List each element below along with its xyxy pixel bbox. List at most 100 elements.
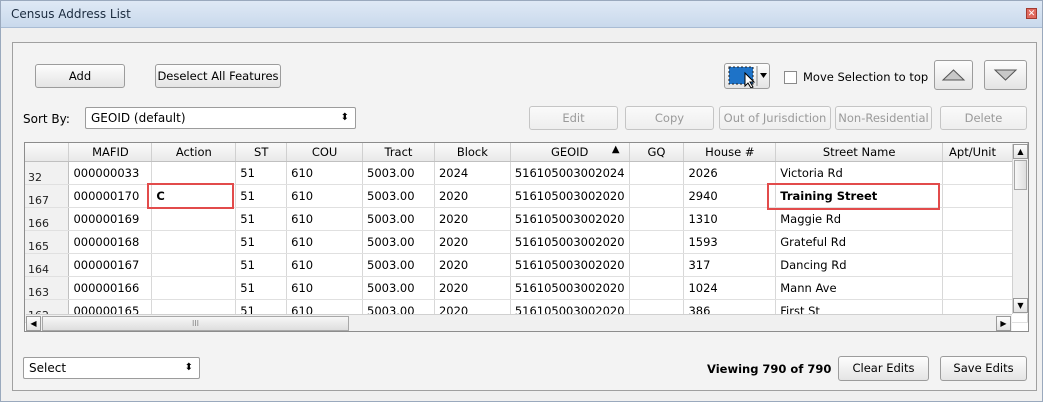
cell-action[interactable]: C — [151, 184, 237, 208]
column-header[interactable]: Tract — [362, 143, 435, 162]
cell-action[interactable] — [151, 230, 237, 254]
cell-street[interactable]: Mann Ave — [775, 276, 944, 300]
cell-block[interactable]: 2020 — [434, 207, 511, 231]
out-of-jurisdiction-button[interactable]: Out of Jurisdiction — [719, 106, 831, 130]
cell-geoid[interactable]: 516105003002020 — [510, 207, 630, 231]
cell-mafid[interactable]: 000000169 — [68, 207, 153, 231]
cell-gq[interactable] — [629, 276, 685, 300]
column-header[interactable]: ST — [235, 143, 288, 162]
cell-block[interactable]: 2020 — [434, 184, 511, 208]
move-down-button[interactable] — [984, 60, 1027, 90]
cell-mafid[interactable]: 000000168 — [68, 230, 153, 254]
geoid-column-header[interactable]: GEOID ▲ — [510, 143, 630, 162]
cell-mafid[interactable]: 000000167 — [68, 253, 153, 277]
cell-st[interactable]: 51 — [235, 207, 288, 231]
cell-tract[interactable]: 5003.00 — [362, 207, 435, 231]
scroll-right-icon[interactable]: ▶ — [996, 316, 1011, 331]
cell-geoid[interactable]: 516105003002020 — [510, 184, 630, 208]
cell-st[interactable]: 51 — [235, 184, 288, 208]
cell-mafid[interactable]: 000000166 — [68, 276, 153, 300]
clear-edits-button[interactable]: Clear Edits — [838, 356, 929, 381]
cell-gq[interactable] — [629, 184, 685, 208]
cell-geoid[interactable]: 516105003002020 — [510, 253, 630, 277]
cell-cou[interactable]: 610 — [286, 184, 363, 208]
cell-action[interactable] — [151, 161, 237, 185]
cell-cou[interactable]: 610 — [286, 207, 363, 231]
table-row[interactable]: 167 000000170 C 51 610 5003.00 2020 51610500300… — [25, 184, 1028, 208]
horizontal-scroll-thumb[interactable]: III — [42, 316, 349, 331]
cell-gq[interactable] — [629, 207, 685, 231]
cell-house[interactable]: 1593 — [683, 230, 777, 254]
cell-cou[interactable]: 610 — [286, 230, 363, 254]
cell-geoid[interactable]: 516105003002020 — [510, 276, 630, 300]
scroll-up-icon[interactable]: ▲ — [1013, 144, 1028, 159]
cell-street[interactable]: Dancing Rd — [775, 253, 944, 277]
cell-st[interactable]: 51 — [235, 230, 288, 254]
cell-cou[interactable]: 610 — [286, 276, 363, 300]
cell-block[interactable]: 2020 — [434, 230, 511, 254]
column-header[interactable]: GQ — [629, 143, 685, 162]
selection-tool-button[interactable] — [724, 63, 770, 89]
cell-geoid[interactable]: 516105003002020 — [510, 230, 630, 254]
non-residential-button[interactable]: Non-Residential — [835, 106, 932, 130]
table-row[interactable]: 164 000000167 51 610 5003.00 2020 516105003002… — [25, 253, 1028, 277]
cell-action[interactable] — [151, 207, 237, 231]
sort-by-select[interactable]: GEOID (default) ⬍ — [85, 107, 356, 129]
cell-gq[interactable] — [629, 230, 685, 254]
cell-geoid[interactable]: 516105003002024 — [510, 161, 630, 185]
scroll-down-icon[interactable]: ▼ — [1013, 298, 1028, 313]
copy-button[interactable]: Copy — [625, 106, 714, 130]
delete-button[interactable]: Delete — [940, 106, 1027, 130]
cell-st[interactable]: 51 — [235, 161, 288, 185]
move-up-button[interactable] — [934, 60, 973, 90]
table-row[interactable]: 163 000000166 51 610 5003.00 2020 516105003002… — [25, 276, 1028, 300]
deselect-all-features-button[interactable]: Deselect All Features — [155, 64, 281, 88]
cell-action[interactable] — [151, 276, 237, 300]
vertical-scrollbar[interactable]: ▲ ▼ — [1012, 144, 1028, 314]
cell-cou[interactable]: 610 — [286, 253, 363, 277]
column-header[interactable]: Action — [151, 143, 237, 162]
move-selection-checkbox[interactable] — [784, 71, 797, 84]
table-row[interactable]: 32 000000033 51 610 5003.00 2024 5161050030020… — [25, 161, 1028, 185]
cell-gq[interactable] — [629, 253, 685, 277]
cell-house[interactable]: 2940 — [683, 184, 777, 208]
horizontal-scrollbar[interactable]: ◀ III ▶ — [26, 314, 1012, 331]
cell-street[interactable]: Maggie Rd — [775, 207, 944, 231]
table-row[interactable]: 166 000000169 51 610 5003.00 2020 516105003002… — [25, 207, 1028, 231]
scroll-left-icon[interactable]: ◀ — [26, 316, 41, 331]
cell-cou[interactable]: 610 — [286, 161, 363, 185]
cell-st[interactable]: 51 — [235, 253, 288, 277]
cell-street[interactable]: Training Street — [775, 184, 944, 208]
cell-house[interactable]: 2026 — [683, 161, 777, 185]
cell-house[interactable]: 1024 — [683, 276, 777, 300]
cell-tract[interactable]: 5003.00 — [362, 230, 435, 254]
column-header[interactable]: MAFID — [68, 143, 153, 162]
cell-street[interactable]: Grateful Rd — [775, 230, 944, 254]
cell-block[interactable]: 2024 — [434, 161, 511, 185]
column-header[interactable]: House # — [683, 143, 777, 162]
select-dropdown[interactable]: Select ⬍ — [23, 357, 200, 379]
cell-tract[interactable]: 5003.00 — [362, 276, 435, 300]
cell-tract[interactable]: 5003.00 — [362, 184, 435, 208]
cell-block[interactable]: 2020 — [434, 253, 511, 277]
edit-button[interactable]: Edit — [529, 106, 618, 130]
cell-tract[interactable]: 5003.00 — [362, 253, 435, 277]
vertical-scroll-thumb[interactable] — [1014, 160, 1027, 190]
cell-action[interactable] — [151, 253, 237, 277]
cell-st[interactable]: 51 — [235, 276, 288, 300]
close-icon[interactable]: ✕ — [1026, 8, 1037, 19]
table-row[interactable]: 165 000000168 51 610 5003.00 2020 516105003002… — [25, 230, 1028, 254]
cell-block[interactable]: 2020 — [434, 276, 511, 300]
column-header[interactable]: Block — [434, 143, 511, 162]
cell-mafid[interactable]: 000000170 — [68, 184, 153, 208]
cell-mafid[interactable]: 000000033 — [68, 161, 153, 185]
cell-house[interactable]: 1310 — [683, 207, 777, 231]
save-edits-button[interactable]: Save Edits — [940, 356, 1027, 381]
cell-gq[interactable] — [629, 161, 685, 185]
column-header[interactable]: COU — [286, 143, 363, 162]
column-header[interactable]: Street Name — [775, 143, 944, 162]
add-button[interactable]: Add — [35, 64, 125, 88]
cell-street[interactable]: Victoria Rd — [775, 161, 944, 185]
cell-tract[interactable]: 5003.00 — [362, 161, 435, 185]
cell-house[interactable]: 317 — [683, 253, 777, 277]
